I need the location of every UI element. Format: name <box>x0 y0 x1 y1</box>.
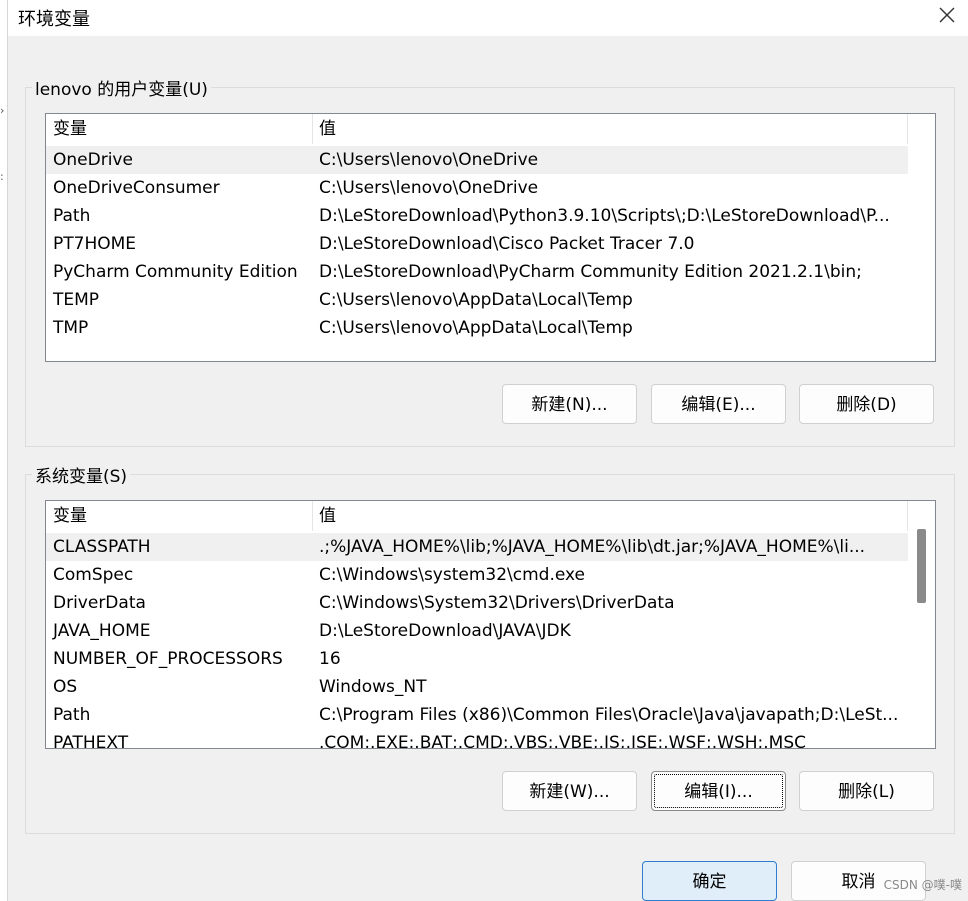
environment-variables-dialog: 环境变量 lenovo 的用户变量(U) 变量 值 OneDrive C:\Use… <box>8 0 968 901</box>
user-new-button[interactable]: 新建(N)... <box>502 384 637 424</box>
table-row[interactable]: OneDrive C:\Users\lenovo\OneDrive <box>46 146 908 174</box>
variable-value-cell: 16 <box>319 649 341 669</box>
vertical-scrollbar[interactable] <box>909 501 935 748</box>
variable-name-cell: Path <box>53 206 91 226</box>
user-delete-button[interactable]: 删除(D) <box>799 384 934 424</box>
user-edit-button[interactable]: 编辑(E)... <box>651 384 786 424</box>
background-glyph: : <box>0 170 4 183</box>
variable-value-cell: D:\LeStoreDownload\PyCharm Community Edi… <box>319 262 862 282</box>
column-header-value[interactable]: 值 <box>312 114 908 144</box>
title-bar: 环境变量 <box>8 0 968 36</box>
close-icon[interactable] <box>936 4 958 26</box>
user-variables-label: lenovo 的用户变量(U) <box>32 75 211 100</box>
variable-name-cell: PATHEXT <box>53 733 129 749</box>
table-row[interactable]: PyCharm Community Edition D:\LeStoreDownl… <box>46 258 908 286</box>
system-edit-button[interactable]: 编辑(I)... <box>651 771 786 811</box>
table-row[interactable]: DriverData C:\Windows\System32\Drivers\Dr… <box>46 589 908 617</box>
system-variables-label: 系统变量(S) <box>32 462 131 487</box>
variable-name-cell: PT7HOME <box>53 234 137 254</box>
variable-value-cell: .COM;.EXE;.BAT;.CMD;.VBS;.VBE;.JS;.JSE;.… <box>319 733 807 749</box>
variable-value-cell: C:\Windows\System32\Drivers\DriverData <box>319 593 675 613</box>
table-row[interactable]: NUMBER_OF_PROCESSORS 16 <box>46 645 908 673</box>
variable-name-cell: NUMBER_OF_PROCESSORS <box>53 649 283 669</box>
variable-value-cell: D:\LeStoreDownload\Cisco Packet Tracer 7… <box>319 234 695 254</box>
system-new-button[interactable]: 新建(W)... <box>502 771 637 811</box>
variable-name-cell: TMP <box>53 318 89 338</box>
column-header-variable[interactable]: 变量 <box>46 114 312 144</box>
variable-value-cell: C:\Users\lenovo\AppData\Local\Temp <box>319 318 633 338</box>
variable-value-cell: C:\Windows\system32\cmd.exe <box>319 565 586 585</box>
variable-value-cell: C:\Users\lenovo\OneDrive <box>319 178 539 198</box>
variable-name-cell: OS <box>53 677 78 697</box>
column-header-value[interactable]: 值 <box>312 501 908 531</box>
variable-name-cell: TEMP <box>53 290 100 310</box>
column-separator[interactable] <box>907 114 908 144</box>
table-row[interactable]: PATHEXT .COM;.EXE;.BAT;.CMD;.VBS;.VBE;.JS… <box>46 729 908 749</box>
variable-name-cell: OneDriveConsumer <box>53 178 220 198</box>
variable-name-cell: CLASSPATH <box>53 537 151 557</box>
table-row[interactable]: PT7HOME D:\LeStoreDownload\Cisco Packet T… <box>46 230 908 258</box>
variable-value-cell: D:\LeStoreDownload\Python3.9.10\Scripts\… <box>319 206 890 226</box>
table-row[interactable]: Path D:\LeStoreDownload\Python3.9.10\Scri… <box>46 202 908 230</box>
variable-name-cell: DriverData <box>53 593 146 613</box>
list-header: 变量 值 <box>46 114 908 144</box>
system-delete-button[interactable]: 删除(L) <box>799 771 934 811</box>
variable-value-cell: C:\Program Files (x86)\Common Files\Orac… <box>319 705 899 725</box>
variable-name-cell: PyCharm Community Edition <box>53 262 298 282</box>
table-row[interactable]: Path C:\Program Files (x86)\Common Files\… <box>46 701 908 729</box>
variable-name-cell: JAVA_HOME <box>53 621 151 641</box>
scrollbar-thumb[interactable] <box>917 529 926 603</box>
variable-value-cell: Windows_NT <box>319 677 427 697</box>
table-row[interactable]: CLASSPATH .;%JAVA_HOME%\lib;%JAVA_HOME%\l… <box>46 533 908 561</box>
user-variables-list[interactable]: 变量 值 OneDrive C:\Users\lenovo\OneDrive One… <box>45 113 936 362</box>
table-row[interactable]: TEMP C:\Users\lenovo\AppData\Local\Temp <box>46 286 908 314</box>
ok-button[interactable]: 确定 <box>642 861 777 901</box>
watermark: CSDN @噗-噗 <box>883 878 962 892</box>
variable-value-cell: D:\LeStoreDownload\JAVA\JDK <box>319 621 571 641</box>
system-variables-list[interactable]: 变量 值 CLASSPATH .;%JAVA_HOME%\lib;%JAVA_HO… <box>45 500 936 749</box>
column-separator[interactable] <box>907 501 908 531</box>
table-row[interactable]: OneDriveConsumer C:\Users\lenovo\OneDrive <box>46 174 908 202</box>
column-header-variable[interactable]: 变量 <box>46 501 312 531</box>
focus-rectangle <box>654 774 783 808</box>
background-window-strip: › : <box>0 0 8 901</box>
background-glyph: › <box>0 104 5 117</box>
window-title: 环境变量 <box>18 9 90 30</box>
table-row[interactable]: ComSpec C:\Windows\system32\cmd.exe <box>46 561 908 589</box>
variable-name-cell: OneDrive <box>53 150 133 170</box>
table-row[interactable]: OS Windows_NT <box>46 673 908 701</box>
table-row[interactable]: TMP C:\Users\lenovo\AppData\Local\Temp <box>46 314 908 342</box>
variable-name-cell: Path <box>53 705 91 725</box>
variable-value-cell: C:\Users\lenovo\OneDrive <box>319 150 539 170</box>
table-row[interactable]: JAVA_HOME D:\LeStoreDownload\JAVA\JDK <box>46 617 908 645</box>
variable-value-cell: C:\Users\lenovo\AppData\Local\Temp <box>319 290 633 310</box>
variable-value-cell: .;%JAVA_HOME%\lib;%JAVA_HOME%\lib\dt.jar… <box>319 537 866 557</box>
list-header: 变量 值 <box>46 501 908 531</box>
variable-name-cell: ComSpec <box>53 565 134 585</box>
